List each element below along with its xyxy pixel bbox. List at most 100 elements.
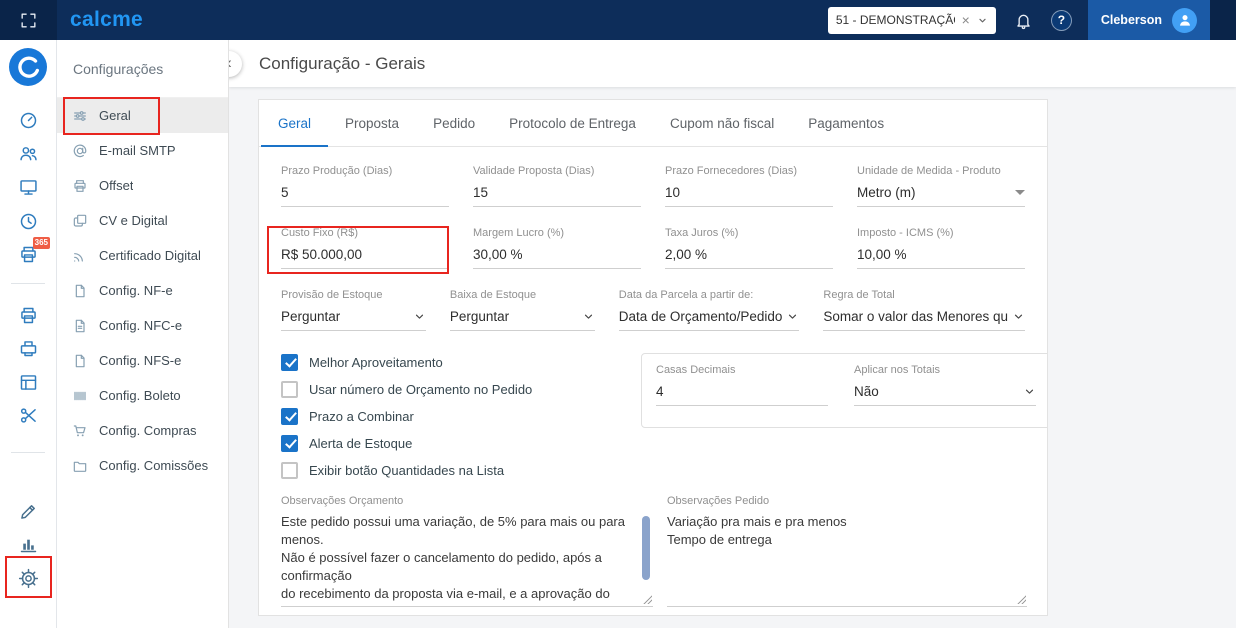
field-label: Aplicar nos Totais: [854, 364, 941, 376]
company-select[interactable]: 51 - DEMONSTRAÇÃO ×: [827, 6, 996, 34]
observations-row: Observações Orçamento Este pedido possui…: [281, 495, 1027, 607]
select-value: Somar o valor das Menores qu: [823, 309, 1008, 324]
sidebar-item-config-boleto[interactable]: Config. Boleto: [57, 378, 228, 413]
text-input[interactable]: 10: [665, 185, 833, 207]
chevron-down-icon[interactable]: [977, 15, 988, 26]
user-name: Cleberson: [1100, 13, 1162, 27]
clear-icon[interactable]: ×: [962, 13, 970, 27]
help-button[interactable]: ?: [1050, 9, 1072, 31]
sidebar-item-geral[interactable]: Geral: [57, 98, 228, 133]
chevron-down-icon: [1012, 310, 1025, 323]
user-menu[interactable]: Cleberson: [1087, 0, 1210, 40]
select-aplicar-totais[interactable]: Não: [854, 384, 1036, 406]
sidebar-item-label: Config. Comissões: [99, 458, 209, 473]
sidebar-item-config-nfe[interactable]: Config. NF-e: [57, 273, 228, 308]
checkbox-melhor-aproveitamento[interactable]: Melhor Aproveitamento: [281, 353, 611, 371]
field-observacoes-orcamento: Observações Orçamento Este pedido possui…: [281, 495, 653, 607]
field-label: Provisão de Estoque: [281, 289, 383, 301]
page-title: Configuração - Gerais: [259, 53, 426, 73]
tune-icon: [72, 108, 88, 124]
field-label: Data da Parcela a partir de:: [618, 289, 754, 301]
field-label: Imposto - ICMS (%): [857, 227, 954, 239]
select-value: Não: [854, 384, 879, 399]
text-input[interactable]: 10,00 %: [857, 247, 1025, 269]
checkbox[interactable]: [281, 353, 298, 371]
tab-pedido[interactable]: Pedido: [416, 100, 492, 146]
calcme-logo-icon[interactable]: [9, 48, 47, 86]
text-input[interactable]: R$ 50.000,00: [281, 247, 449, 269]
rail-item-history[interactable]: [0, 209, 57, 233]
sidebar-item-offset[interactable]: Offset: [57, 168, 228, 203]
tab-label: Cupom não fiscal: [669, 115, 775, 131]
rail-item-edit[interactable]: [0, 499, 57, 523]
sidebar-item-certificado-digital[interactable]: Certificado Digital: [57, 238, 228, 273]
tab-cupom-nao-fiscal[interactable]: Cupom não fiscal: [653, 100, 791, 146]
app-logo[interactable]: calcme: [70, 8, 143, 32]
tab-protocolo-entrega[interactable]: Protocolo de Entrega: [492, 100, 653, 146]
select-provisao-estoque[interactable]: Perguntar: [281, 309, 426, 331]
text-input[interactable]: 30,00 %: [473, 247, 641, 269]
scrollbar-thumb[interactable]: [642, 516, 650, 580]
textarea-observacoes-orcamento[interactable]: Este pedido possui uma variação, de 5% p…: [281, 513, 653, 607]
notifications-button[interactable]: [1014, 11, 1033, 30]
field-label: Regra de Total: [823, 289, 895, 301]
text-input[interactable]: 15: [473, 185, 641, 207]
text-input[interactable]: 4: [656, 384, 828, 406]
field-casas-decimais: Casas Decimais 4: [656, 364, 828, 427]
textarea-observacoes-pedido[interactable]: Variação pra mais e pra menos Tempo de e…: [667, 513, 1027, 607]
printer-icon: [72, 178, 88, 194]
tab-pagamentos[interactable]: Pagamentos: [791, 100, 901, 146]
checkbox-alerta-estoque[interactable]: Alerta de Estoque: [281, 434, 611, 452]
rail-item-chart[interactable]: [0, 532, 57, 556]
rail-item-users[interactable]: [0, 141, 57, 165]
text-input[interactable]: 2,00 %: [665, 247, 833, 269]
sidebar-item-config-nfse[interactable]: Config. NFS-e: [57, 343, 228, 378]
expand-icon: [19, 11, 38, 30]
field-observacoes-pedido: Observações Pedido Variação pra mais e p…: [667, 495, 1027, 607]
decimals-box: Casas Decimais 4 Aplicar nos Totais Não: [641, 353, 1047, 428]
plotter-icon: [18, 338, 39, 359]
form-row-3: Provisão de Estoque Perguntar Baixa de E…: [281, 289, 1025, 331]
resize-handle-icon[interactable]: [1017, 595, 1026, 604]
rail-item-printer[interactable]: [0, 303, 57, 327]
select-unidade-medida[interactable]: Metro (m): [857, 185, 1025, 207]
edit-icon: [18, 501, 39, 522]
select-data-parcela[interactable]: Data de Orçamento/Pedido: [618, 309, 800, 331]
text-input[interactable]: 5: [281, 185, 449, 207]
checkbox-prazo-combinar[interactable]: Prazo a Combinar: [281, 407, 611, 425]
folder-icon: [72, 458, 88, 474]
checkbox-label: Prazo a Combinar: [309, 408, 414, 424]
rail-item-dashboard[interactable]: [0, 108, 57, 132]
checkbox[interactable]: [281, 461, 298, 479]
sidebar-item-cv-digital[interactable]: CV e Digital: [57, 203, 228, 238]
tab-geral[interactable]: Geral: [261, 100, 329, 147]
sidebar-item-config-comissoes[interactable]: Config. Comissões: [57, 448, 228, 483]
select-baixa-estoque[interactable]: Perguntar: [449, 309, 595, 331]
checkbox-usar-numero-orcamento[interactable]: Usar número de Orçamento no Pedido: [281, 380, 611, 398]
sidebar-item-config-compras[interactable]: Config. Compras: [57, 413, 228, 448]
expand-button[interactable]: [0, 0, 57, 40]
rail-item-plotter[interactable]: [0, 336, 57, 360]
resize-handle-icon[interactable]: [643, 595, 652, 604]
tab-label: Pagamentos: [808, 115, 885, 131]
field-provisao-estoque: Provisão de Estoque Perguntar: [281, 289, 426, 331]
select-regra-total[interactable]: Somar o valor das Menores qu: [823, 309, 1025, 331]
checkbox[interactable]: [281, 380, 298, 398]
document-icon: [72, 353, 88, 369]
field-label: Taxa Juros (%): [665, 227, 739, 239]
sidebar-item-label: CV e Digital: [99, 213, 168, 228]
tab-label: Pedido: [433, 115, 476, 131]
sidebar-item-config-nfce[interactable]: Config. NFC-e: [57, 308, 228, 343]
tab-proposta[interactable]: Proposta: [328, 100, 416, 146]
checkbox[interactable]: [281, 407, 298, 425]
rail-item-scissors[interactable]: [0, 403, 57, 427]
rail-item-printer-365[interactable]: 365: [0, 237, 57, 266]
sidebar-item-email-smtp[interactable]: E-mail SMTP: [57, 133, 228, 168]
field-label: Observações Orçamento: [281, 495, 404, 507]
rail-item-monitor[interactable]: [0, 175, 57, 199]
barcode-icon: [72, 388, 88, 404]
checkbox-exibir-botao-quantidades[interactable]: Exibir botão Quantidades na Lista: [281, 461, 611, 479]
checkbox[interactable]: [281, 434, 298, 452]
rail-item-machine[interactable]: [0, 370, 57, 394]
rail-item-settings[interactable]: [0, 566, 57, 590]
